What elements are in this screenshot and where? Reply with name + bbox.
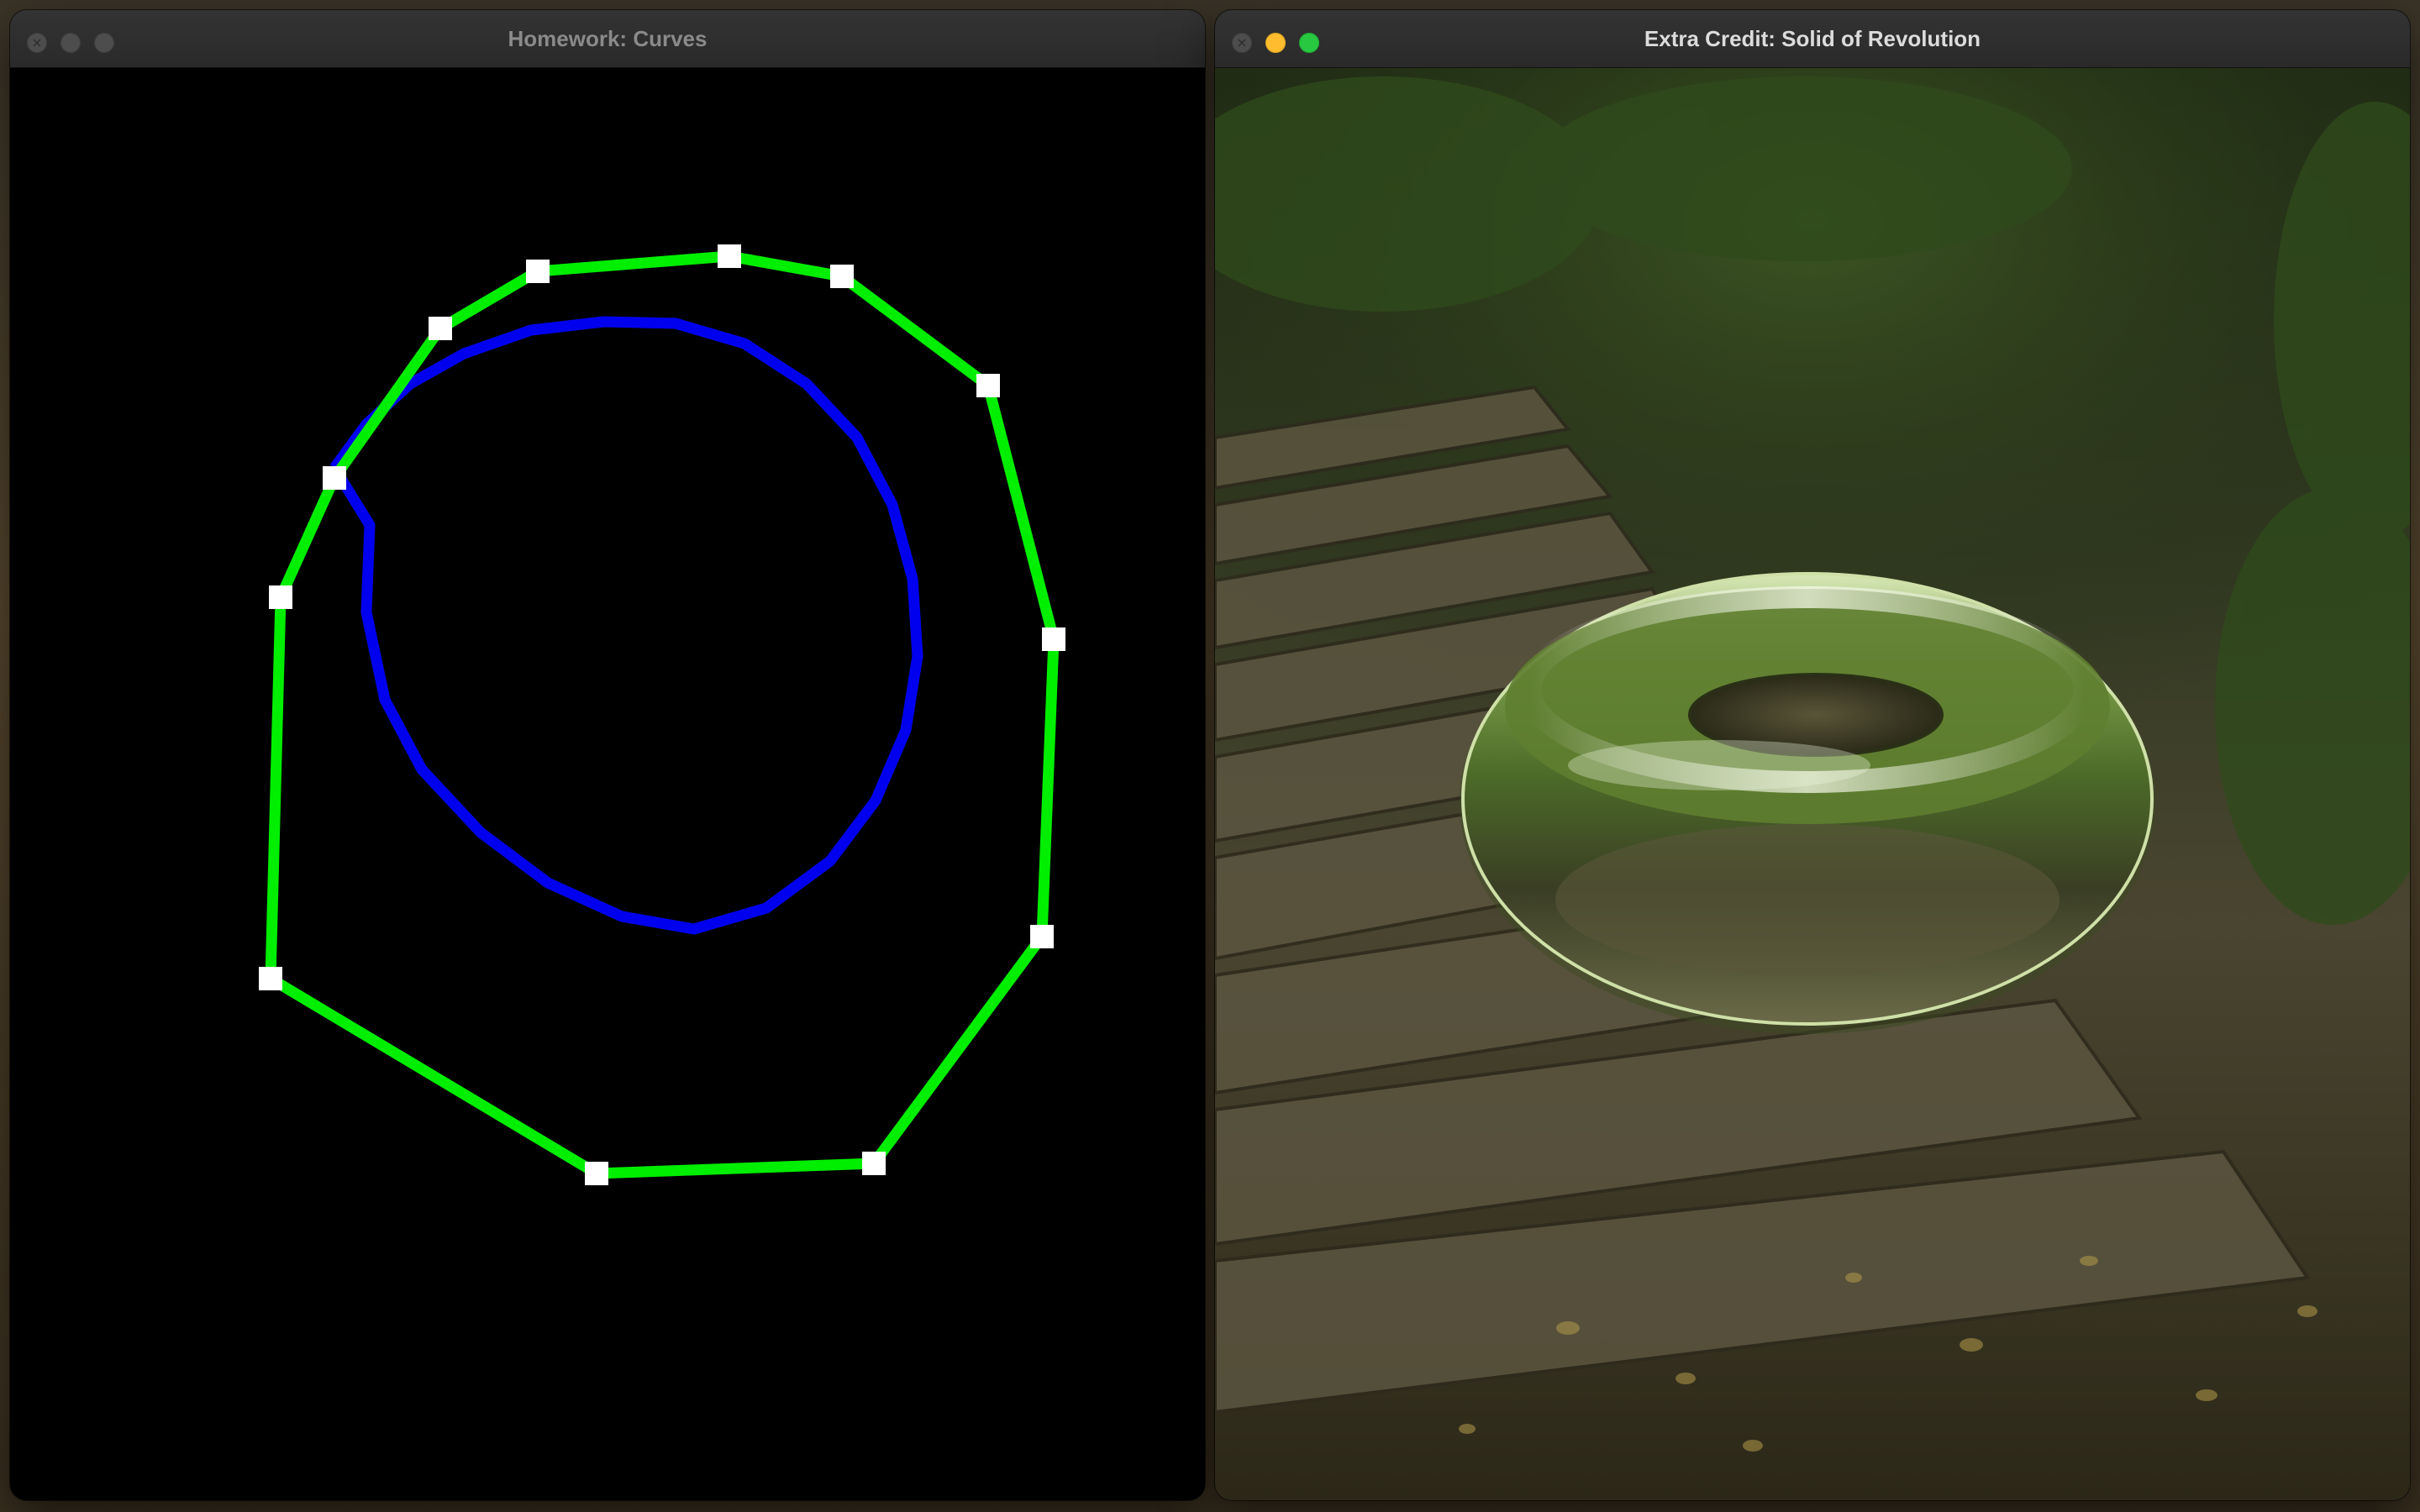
control-point[interactable]	[269, 585, 292, 609]
curves-window-titlebar[interactable]: × Homework: Curves	[10, 10, 1205, 68]
window-title: Homework: Curves	[508, 26, 708, 51]
window-title: Extra Credit: Solid of Revolution	[1644, 26, 1981, 51]
torus-rim-highlight	[1568, 740, 1870, 790]
control-point[interactable]	[259, 967, 282, 990]
control-point[interactable]	[526, 260, 550, 283]
scene-render[interactable]	[1215, 68, 2410, 1500]
curves-canvas[interactable]	[10, 68, 1205, 1500]
control-point[interactable]	[1030, 925, 1054, 948]
control-point[interactable]	[976, 374, 1000, 397]
control-point[interactable]	[429, 317, 452, 340]
control-point[interactable]	[830, 265, 854, 288]
revolution-window-titlebar[interactable]: × Extra Credit: Solid of Revolution	[1215, 10, 2410, 68]
control-point[interactable]	[862, 1152, 886, 1175]
render-viewport[interactable]	[1215, 68, 2410, 1500]
torus-lower-reflection	[1555, 824, 2060, 975]
control-point[interactable]	[718, 244, 741, 268]
spline-curve	[329, 316, 923, 935]
control-point[interactable]	[1042, 627, 1065, 651]
torus[interactable]	[1460, 572, 2155, 1034]
curves-plot[interactable]	[10, 68, 1205, 1500]
control-point[interactable]	[323, 466, 346, 490]
curves-window[interactable]: × Homework: Curves	[10, 10, 1205, 1500]
desktop: × Homework: Curves × Extra Credit: Solid…	[0, 0, 2420, 1512]
control-point[interactable]	[585, 1162, 608, 1185]
revolution-window[interactable]: × Extra Credit: Solid of Revolution	[1215, 10, 2410, 1500]
